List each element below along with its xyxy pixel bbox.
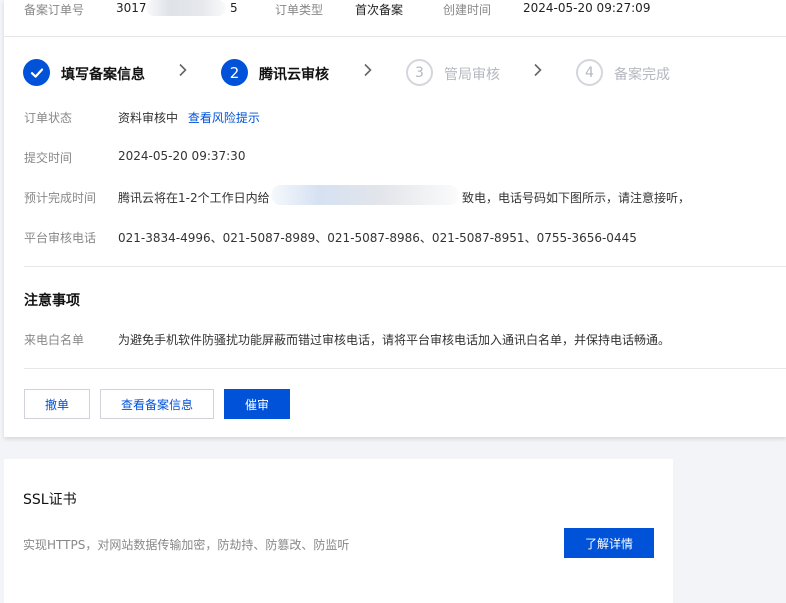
chevron-right-icon xyxy=(533,63,543,80)
divider xyxy=(24,266,786,267)
review-phone-label: 平台审核电话 xyxy=(24,231,97,245)
progress-steps: 填写备案信息 2 腾讯云审核 3 管局审核 4 备案完成 xyxy=(4,56,786,88)
order-no-prefix: 3017 xyxy=(116,1,147,15)
step-number-3: 3 xyxy=(406,59,433,86)
step-number-4: 4 xyxy=(576,59,603,86)
created-time-value: 2024-05-20 09:27:09 xyxy=(523,1,651,15)
order-type-label: 订单类型 xyxy=(275,3,324,17)
order-type-value: 首次备案 xyxy=(355,3,404,17)
step-label-bureau-review: 管局审核 xyxy=(444,67,500,83)
review-phone-value: 021-3834-4996、021-5087-8989、021-5087-898… xyxy=(118,231,637,245)
redacted-phone xyxy=(272,185,458,205)
order-no-label: 备案订单号 xyxy=(24,3,85,17)
step-number-2: 2 xyxy=(221,59,248,86)
created-time-label: 创建时间 xyxy=(443,3,492,17)
view-risk-tips-link[interactable]: 查看风险提示 xyxy=(188,111,260,125)
submit-time-value: 2024-05-20 09:37:30 xyxy=(118,149,246,163)
step-label-tencent-review: 腾讯云审核 xyxy=(259,67,329,83)
whitelist-label: 来电白名单 xyxy=(24,333,85,347)
learn-more-button[interactable]: 了解详情 xyxy=(564,528,654,558)
ssl-card: SSL证书 实现HTTPS，对网站数据传输加密，防劫持、防篡改、防监听 了解详情 xyxy=(4,459,673,603)
eta-label: 预计完成时间 xyxy=(24,191,97,205)
step-label-fill-info: 填写备案信息 xyxy=(61,67,145,83)
eta-value-before: 腾讯云将在1-2个工作日内给 xyxy=(118,191,270,205)
chevron-right-icon xyxy=(178,63,188,80)
view-filing-info-button[interactable]: 查看备案信息 xyxy=(100,389,214,419)
step-label-complete: 备案完成 xyxy=(614,67,670,83)
order-status-text: 资料审核中 xyxy=(118,111,179,125)
filing-order-card: 备案订单号 3017 5 订单类型 首次备案 创建时间 2024-05-20 0… xyxy=(4,0,786,437)
submit-time-label: 提交时间 xyxy=(24,151,73,165)
ssl-description: 实现HTTPS，对网站数据传输加密，防劫持、防篡改、防监听 xyxy=(23,538,350,552)
divider xyxy=(24,368,786,369)
order-info-bar: 备案订单号 3017 5 订单类型 首次备案 创建时间 2024-05-20 0… xyxy=(4,0,786,18)
notice-title: 注意事项 xyxy=(24,293,80,309)
divider xyxy=(4,36,786,37)
order-no-redacted xyxy=(146,0,226,16)
order-no-suffix: 5 xyxy=(230,1,238,15)
withdraw-button[interactable]: 撤单 xyxy=(24,389,90,419)
ssl-title: SSL证书 xyxy=(23,492,77,508)
check-icon xyxy=(23,59,50,86)
order-status-value: 资料审核中 查看风险提示 xyxy=(118,109,260,126)
eta-value-after: 致电，电话号码如下图所示，请注意接听， xyxy=(462,191,691,205)
urge-review-button[interactable]: 催审 xyxy=(224,389,290,419)
chevron-right-icon xyxy=(363,63,373,80)
whitelist-value: 为避免手机软件防骚扰功能屏蔽而错过审核电话，请将平台审核电话加入通讯白名单，并保… xyxy=(118,333,671,347)
order-status-label: 订单状态 xyxy=(24,111,73,125)
